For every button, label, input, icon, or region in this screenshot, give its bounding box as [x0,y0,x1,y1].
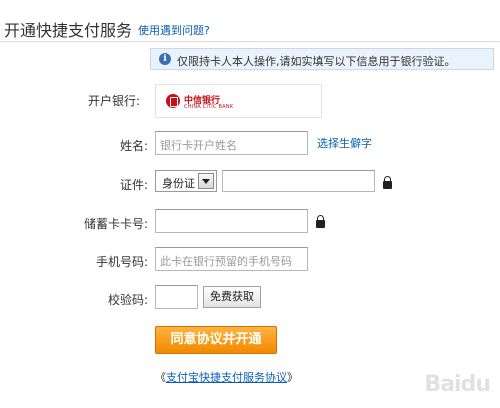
name-input-placeholder: 银行卡开户姓名 [160,139,237,152]
get-code-button[interactable]: 免费获取 [203,286,261,308]
card-label: 储蓄卡卡号: [83,217,148,231]
verification-notice: i 仅限持卡人本人操作,请如实填写以下信息用于银行验证。 [150,48,494,70]
agreement-line: 《支付宝快捷支付服务协议》 [155,369,298,385]
agreement-link[interactable]: 支付宝快捷支付服务协议 [166,371,287,384]
phone-input[interactable]: 此卡在银行预留的手机号码 [155,247,308,271]
header-divider [0,41,500,42]
citic-bank-logo-icon [166,94,180,108]
phone-label: 手机号码: [95,255,148,269]
bank-label: 开户银行: [87,94,140,108]
id-label: 证件: [119,178,148,192]
phone-input-placeholder: 此卡在银行预留的手机号码 [160,255,292,268]
lock-icon [383,176,392,189]
agreement-close: 》 [287,371,298,384]
notice-text: 仅限持卡人本人操作,请如实填写以下信息用于银行验证。 [177,55,456,68]
help-link[interactable]: 使用遇到问题? [138,22,210,38]
page-title: 开通快捷支付服务 [4,21,133,40]
rare-char-link[interactable]: 选择生僻字 [317,135,372,151]
info-icon: i [159,53,171,65]
bank-display: 中信银行 CHINA CITIC BANK [155,84,322,118]
card-number-input[interactable] [155,209,308,233]
lock-icon [316,215,325,228]
id-type-value: 身份证 [162,177,195,190]
agree-and-open-button[interactable]: 同意协议并开通 [155,326,277,354]
id-number-input[interactable] [222,170,375,192]
chevron-down-icon[interactable] [198,173,214,189]
baidu-watermark: Baidu [424,372,491,397]
agreement-open: 《 [155,371,166,384]
name-input[interactable]: 银行卡开户姓名 [155,131,308,155]
code-input[interactable] [155,285,198,309]
name-label: 姓名: [119,139,148,153]
code-label: 校验码: [107,293,148,307]
page-header: 开通快捷支付服务 使用遇到问题? [0,0,500,44]
bank-name-en: CHINA CITIC BANK [184,104,234,110]
id-type-select[interactable]: 身份证 [155,170,217,192]
